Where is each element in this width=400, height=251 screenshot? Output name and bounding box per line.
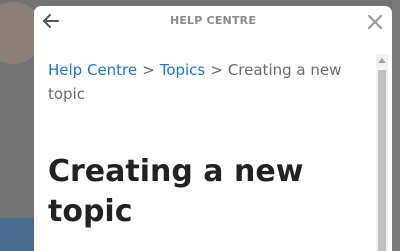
help-centre-panel: HELP CENTRE Help Centre > Topics > Creating … — [34, 6, 392, 251]
background-edge — [392, 0, 400, 251]
close-icon — [367, 14, 383, 30]
panel-header: HELP CENTRE — [34, 6, 392, 38]
background-strip — [0, 218, 36, 251]
breadcrumb-separator: > — [142, 61, 155, 79]
breadcrumb-help-centre[interactable]: Help Centre — [48, 61, 137, 79]
breadcrumb-separator: > — [210, 61, 223, 79]
panel-content: Help Centre > Topics > Creating a new topic — [48, 58, 358, 106]
breadcrumb: Help Centre > Topics > Creating a new topic — [48, 58, 358, 106]
scrollbar-thumb[interactable] — [378, 70, 386, 251]
panel-title: HELP CENTRE — [169, 14, 257, 27]
scroll-up-arrow-icon[interactable] — [378, 58, 386, 63]
article-title: Creating a new topic — [48, 154, 304, 229]
close-button[interactable] — [365, 12, 385, 32]
breadcrumb-topics[interactable]: Topics — [160, 61, 206, 79]
scrollbar[interactable] — [376, 54, 388, 251]
